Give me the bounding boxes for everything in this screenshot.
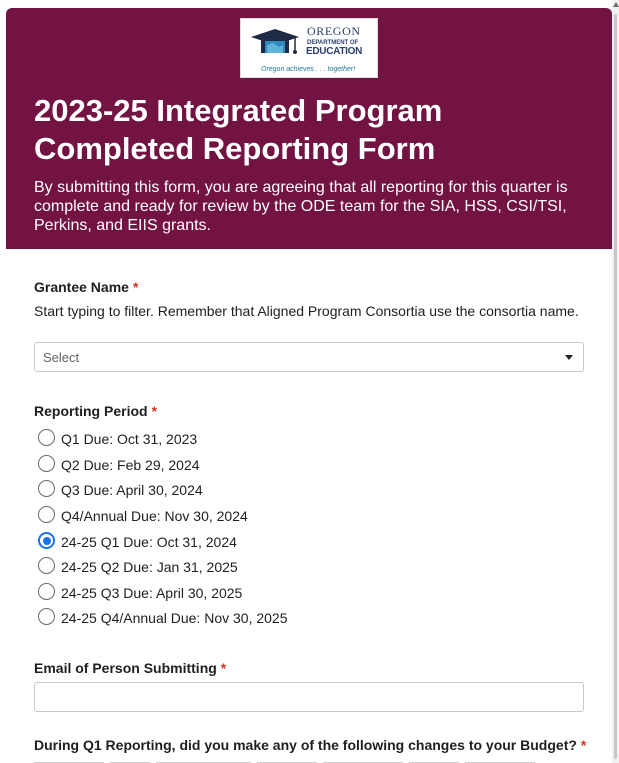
ode-logo: OREGON DEPARTMENT OF EDUCATION Oregon ac… <box>240 18 378 78</box>
grantee-name-help: Start typing to filter. Remember that Al… <box>34 303 579 319</box>
oregon-cap-icon <box>251 29 299 54</box>
chevron-down-icon <box>565 355 573 360</box>
radio-button[interactable] <box>38 506 55 523</box>
radio-label: 24-25 Q3 Due: April 30, 2025 <box>61 585 243 601</box>
required-asterisk: * <box>151 403 158 419</box>
required-asterisk: * <box>580 737 587 753</box>
email-label: Email of Person Submitting * <box>34 660 226 676</box>
radio-label: Q2 Due: Feb 29, 2024 <box>61 457 200 473</box>
truncated-help-text <box>34 757 579 763</box>
radio-button[interactable] <box>38 608 55 625</box>
budget-changes-label: During Q1 Reporting, did you make any of… <box>34 737 586 753</box>
radio-button[interactable] <box>38 557 55 574</box>
form-description: By submitting this form, you are agreein… <box>34 179 568 234</box>
radio-button[interactable] <box>38 583 55 600</box>
email-field[interactable] <box>34 682 584 712</box>
grantee-name-label: Grantee Name * <box>34 279 138 295</box>
logo-education-text: EDUCATION <box>306 46 363 57</box>
logo-oregon-text: OREGON <box>307 24 361 38</box>
grantee-name-select[interactable]: Select <box>34 342 584 372</box>
reporting-period-label-text: Reporting Period <box>34 403 148 419</box>
scrollbar-thumb[interactable] <box>614 14 617 759</box>
radio-label: 24-25 Q2 Due: Jan 31, 2025 <box>61 559 238 575</box>
required-asterisk: * <box>132 279 139 295</box>
radio-button[interactable] <box>38 455 55 472</box>
email-label-text: Email of Person Submitting <box>34 660 217 676</box>
grantee-name-label-text: Grantee Name <box>34 279 129 295</box>
required-asterisk: * <box>220 660 227 676</box>
radio-label: 24-25 Q1 Due: Oct 31, 2024 <box>61 534 237 550</box>
radio-label: Q1 Due: Oct 31, 2023 <box>61 431 198 447</box>
grantee-select-placeholder: Select <box>43 350 80 365</box>
budget-changes-label-text: During Q1 Reporting, did you make any of… <box>34 737 577 753</box>
logo-tagline: Oregon achieves . . . together! <box>261 66 356 73</box>
radio-button[interactable] <box>38 480 55 497</box>
radio-button-selected[interactable] <box>38 532 55 549</box>
radio-button[interactable] <box>38 429 55 446</box>
radio-label: 24-25 Q4/Annual Due: Nov 30, 2025 <box>61 610 288 626</box>
reporting-period-label: Reporting Period * <box>34 403 157 419</box>
form-title: 2023-25 Integrated Program Completed Rep… <box>34 93 443 166</box>
radio-label: Q4/Annual Due: Nov 30, 2024 <box>61 508 248 524</box>
form-header: OREGON DEPARTMENT OF EDUCATION Oregon ac… <box>6 8 612 249</box>
radio-label: Q3 Due: April 30, 2024 <box>61 482 203 498</box>
scroll-up-arrow-icon[interactable] <box>613 2 619 7</box>
